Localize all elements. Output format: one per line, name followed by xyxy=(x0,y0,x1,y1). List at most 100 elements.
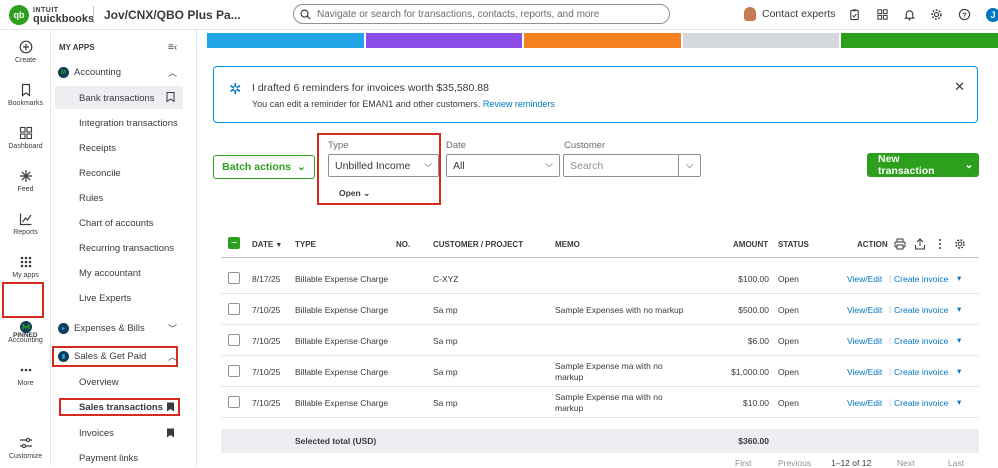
export-icon[interactable] xyxy=(914,238,926,250)
gear-icon[interactable] xyxy=(929,7,943,21)
table-row[interactable]: 7/10/25 Billable Expense Charge Sa mp $6… xyxy=(221,325,979,356)
money-bar-segment[interactable] xyxy=(524,33,681,48)
rail-customize[interactable]: Customize xyxy=(0,436,51,460)
chevron-down-icon[interactable]: ⌵ xyxy=(678,155,700,176)
nav-item-live-experts[interactable]: Live Experts xyxy=(79,293,131,304)
create-invoice-link[interactable]: Create invoice xyxy=(894,305,948,315)
review-reminders-link[interactable]: Review reminders xyxy=(483,99,555,109)
nav-item-my-accountant[interactable]: My accountant xyxy=(79,268,141,279)
table-row[interactable]: 7/10/25 Billable Expense Charge Sa mp Sa… xyxy=(221,356,979,387)
more-vertical-icon[interactable] xyxy=(934,238,946,250)
row-checkbox[interactable] xyxy=(228,303,240,315)
view-edit-link[interactable]: View/Edit xyxy=(847,274,882,284)
nav-section-expenses[interactable]: ▸ Expenses & Bills ﹀ xyxy=(58,323,177,334)
nav-section-sales[interactable]: ▮ Sales & Get Paid ︿ xyxy=(58,351,177,362)
date-select[interactable]: All ⌵ xyxy=(446,154,560,177)
nav-item-receipts[interactable]: Receipts xyxy=(79,143,116,154)
col-amount[interactable]: AMOUNT xyxy=(733,240,768,249)
caret-down-icon[interactable]: ▾ xyxy=(957,397,961,408)
user-avatar[interactable]: J xyxy=(986,8,998,22)
chevron-down-icon[interactable]: ⌄ xyxy=(959,159,979,171)
caret-down-icon[interactable]: ▾ xyxy=(957,304,961,315)
rail-more[interactable]: More xyxy=(0,363,51,387)
nav-item-invoices[interactable]: Invoices xyxy=(79,428,114,439)
create-invoice-link[interactable]: Create invoice xyxy=(894,398,948,408)
nav-item-rules[interactable]: Rules xyxy=(79,193,103,204)
notification-bell-icon[interactable] xyxy=(902,7,916,21)
col-date[interactable]: DATE ▼ xyxy=(252,240,282,249)
col-memo[interactable]: MEMO xyxy=(555,240,580,249)
status-filter[interactable]: Open ⌄ xyxy=(339,188,370,199)
table-row[interactable]: 7/10/25 Billable Expense Charge Sa mp Sa… xyxy=(221,387,979,418)
col-status[interactable]: STATUS xyxy=(778,240,809,249)
row-checkbox[interactable] xyxy=(228,396,240,408)
rail-reports[interactable]: Reports xyxy=(0,212,51,236)
view-edit-link[interactable]: View/Edit xyxy=(847,398,882,408)
customer-search-input[interactable]: Search xyxy=(564,155,678,176)
help-icon[interactable]: ? xyxy=(957,7,971,21)
nav-item-reconcile[interactable]: Reconcile xyxy=(79,168,121,179)
nav-item-recurring-transactions[interactable]: Recurring transactions xyxy=(79,243,174,254)
rail-accounting[interactable]: Accounting xyxy=(0,320,51,344)
rail-dashboard[interactable]: Dashboard xyxy=(0,126,51,150)
new-transaction-button[interactable]: New transaction ⌄ xyxy=(867,153,979,177)
rail-bookmarks[interactable]: Bookmarks xyxy=(0,83,51,107)
type-select[interactable]: Unbilled Income ⌵ xyxy=(328,154,439,177)
clipboard-icon[interactable] xyxy=(847,7,861,21)
nav-item-integration-transactions[interactable]: Integration transactions xyxy=(79,118,178,129)
rail-label: My apps xyxy=(12,272,39,279)
bookmark-icon[interactable] xyxy=(166,92,175,104)
gear-icon[interactable] xyxy=(954,238,966,250)
pager-next[interactable]: Next xyxy=(897,458,914,468)
nav-item-chart-of-accounts[interactable]: Chart of accounts xyxy=(79,218,153,229)
table-total-row: Selected total (USD) $360.00 xyxy=(221,429,979,453)
nav-item-bank-transactions[interactable]: Bank transactions xyxy=(79,93,155,104)
nav-item-overview[interactable]: Overview xyxy=(79,377,119,388)
caret-down-icon[interactable]: ▾ xyxy=(957,335,961,346)
table-row[interactable]: 7/10/25 Billable Expense Charge Sa mp Sa… xyxy=(221,294,979,325)
rail-feed[interactable]: Feed xyxy=(0,169,51,193)
collapse-menu-icon[interactable]: ≡‹ xyxy=(168,42,177,53)
nav-item-sales-transactions[interactable]: Sales transactions xyxy=(79,402,163,413)
close-icon[interactable]: ✕ xyxy=(954,79,965,95)
bookmark-filled-icon[interactable] xyxy=(166,402,175,414)
batch-actions-button[interactable]: Batch actions ⌄ xyxy=(213,155,315,179)
money-bar-segment[interactable] xyxy=(682,33,840,48)
quickbooks-logo[interactable]: qb INTUIT quickbooks xyxy=(9,5,94,25)
caret-down-icon[interactable]: ▾ xyxy=(957,273,961,284)
pager-first[interactable]: First xyxy=(735,458,752,468)
money-bar-segment[interactable] xyxy=(841,33,998,48)
col-no[interactable]: NO. xyxy=(396,240,410,249)
nav-item-payment-links[interactable]: Payment links xyxy=(79,453,138,464)
search-placeholder: Navigate or search for transactions, con… xyxy=(317,8,600,20)
money-bar-segment[interactable] xyxy=(207,33,364,48)
select-all-checkbox[interactable]: – xyxy=(228,237,240,249)
row-checkbox[interactable] xyxy=(228,272,240,284)
pager-previous[interactable]: Previous xyxy=(778,458,811,468)
contact-experts-button[interactable]: Contact experts xyxy=(744,7,836,21)
rail-create[interactable]: Create xyxy=(0,40,51,64)
print-icon[interactable] xyxy=(894,238,906,250)
view-edit-link[interactable]: View/Edit xyxy=(847,336,882,346)
bookmark-filled-icon[interactable] xyxy=(166,428,175,440)
col-type[interactable]: TYPE xyxy=(295,240,316,249)
create-invoice-link[interactable]: Create invoice xyxy=(894,336,948,346)
left-rail: Create Bookmarks Dashboard Feed Reports … xyxy=(0,30,51,466)
row-checkbox[interactable] xyxy=(228,365,240,377)
view-edit-link[interactable]: View/Edit xyxy=(847,367,882,377)
caret-down-icon[interactable]: ▾ xyxy=(957,366,961,377)
global-search-input[interactable]: Navigate or search for transactions, con… xyxy=(293,4,670,24)
create-invoice-link[interactable]: Create invoice xyxy=(894,274,948,284)
create-invoice-link[interactable]: Create invoice xyxy=(894,367,948,377)
rail-my-apps[interactable]: My apps xyxy=(0,255,51,279)
view-edit-link[interactable]: View/Edit xyxy=(847,305,882,315)
row-checkbox[interactable] xyxy=(228,334,240,346)
col-customer[interactable]: CUSTOMER / PROJECT xyxy=(433,240,523,249)
pager-last[interactable]: Last xyxy=(948,458,964,468)
nav-section-accounting[interactable]: M Accounting ︿ xyxy=(58,67,177,78)
table-row[interactable]: 8/17/25 Billable Expense Charge C-XYZ $1… xyxy=(221,263,979,294)
money-bar-segment[interactable] xyxy=(365,33,523,48)
company-name[interactable]: Jov/CNX/QBO Plus Pa... xyxy=(104,8,241,22)
customer-select[interactable]: Search ⌵ xyxy=(563,154,701,177)
apps-icon[interactable] xyxy=(875,7,889,21)
